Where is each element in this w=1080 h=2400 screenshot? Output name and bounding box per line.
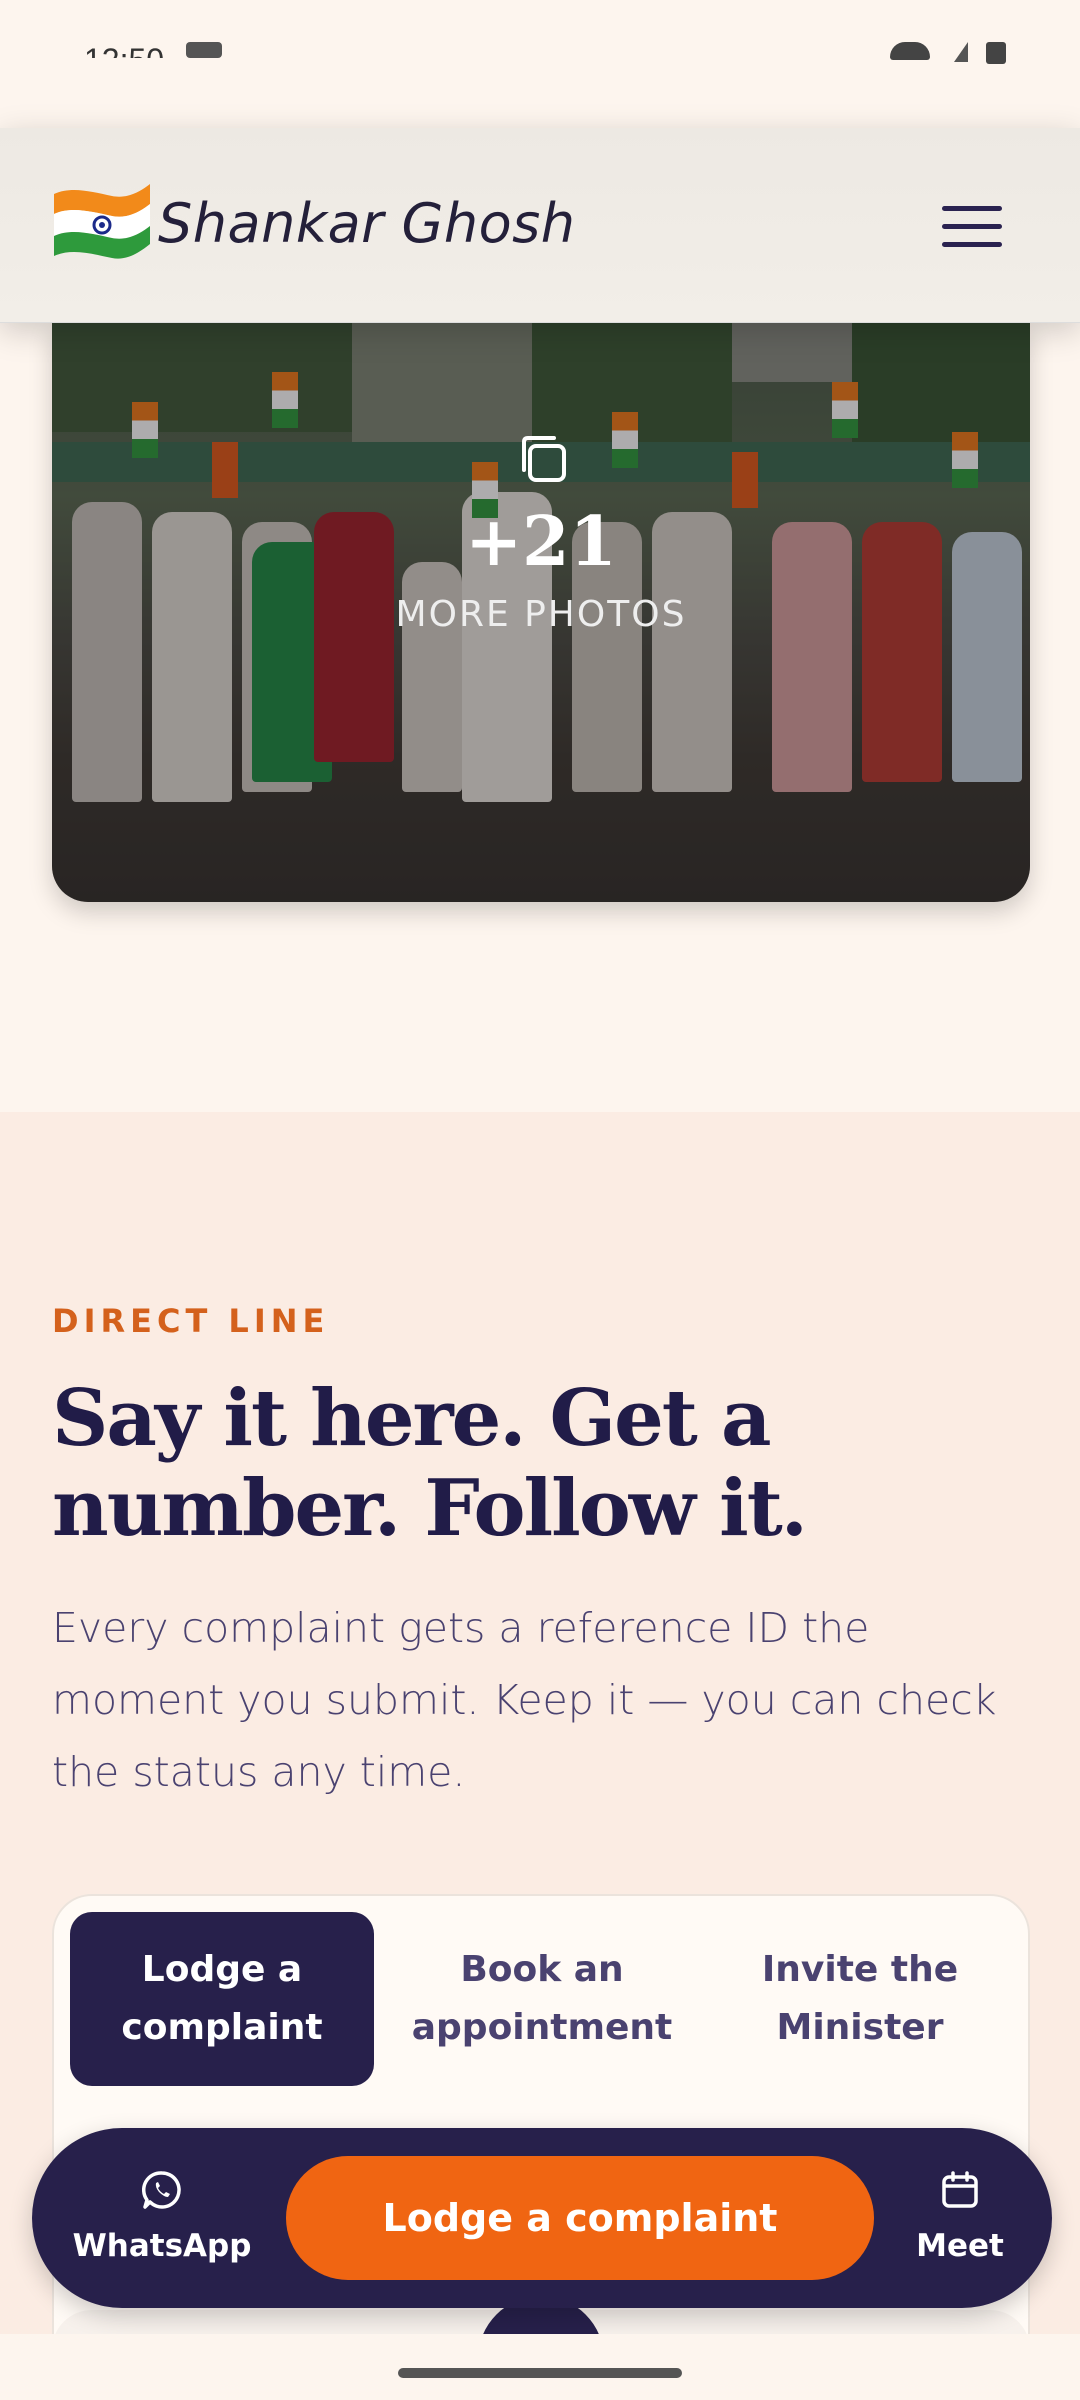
message-icon — [186, 42, 222, 58]
section-eyebrow: DIRECT LINE — [52, 1302, 330, 1340]
more-photos-count: +21 — [465, 502, 617, 582]
site-header: Shankar Ghosh — [0, 128, 1080, 323]
whatsapp-icon — [142, 2171, 181, 2209]
status-bar: 12:50 — [0, 0, 1080, 90]
gesture-nav-bar — [0, 2334, 1080, 2400]
status-time: 12:50 — [84, 42, 165, 78]
meet-label: Meet — [916, 2228, 1004, 2264]
meet-button[interactable]: Meet — [890, 2128, 1030, 2308]
battery-icon — [986, 42, 1006, 64]
tab-invite-minister[interactable]: Invite the Minister — [708, 1912, 1012, 2086]
india-flag-logo — [54, 184, 150, 259]
site-title[interactable]: Shankar Ghosh — [158, 192, 576, 255]
calendar-icon — [942, 2171, 978, 2208]
tab-book-appointment[interactable]: Book an appointment — [390, 1912, 694, 2086]
gallery-more-photos-tile[interactable]: +21 MORE PHOTOS — [52, 322, 1030, 902]
signal-icon — [954, 42, 968, 62]
photo-stack-icon — [522, 436, 566, 482]
section-headline: Say it here. Get a number. Follow it. — [52, 1373, 808, 1554]
whatsapp-label: WhatsApp — [72, 2228, 252, 2264]
whatsapp-button[interactable]: WhatsApp — [72, 2128, 252, 2308]
lodge-complaint-button[interactable]: Lodge a complaint — [286, 2156, 874, 2280]
section-lead: Every complaint gets a reference ID the … — [52, 1604, 997, 1796]
home-indicator[interactable] — [398, 2368, 682, 2378]
wifi-icon — [890, 42, 930, 60]
tab-lodge-complaint[interactable]: Lodge a complaint — [70, 1912, 374, 2086]
menu-icon[interactable] — [942, 202, 1002, 252]
bottom-action-dock: WhatsApp Lodge a complaint Meet — [32, 2128, 1052, 2308]
more-photos-label: MORE PHOTOS — [395, 594, 687, 635]
